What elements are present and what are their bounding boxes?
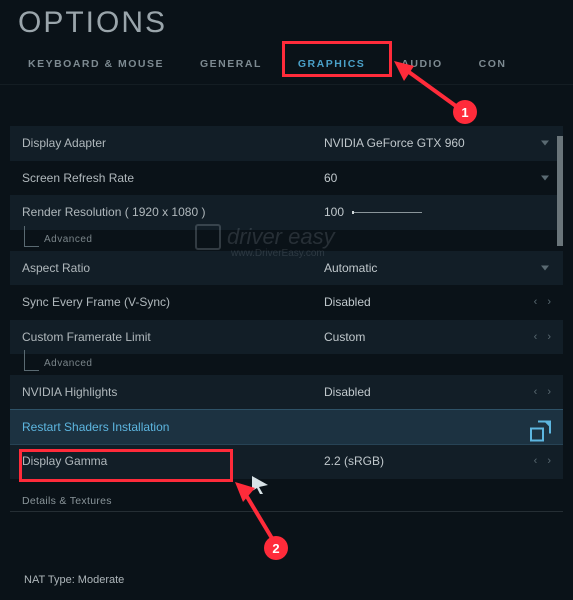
value-display-gamma: 2.2 (sRGB) — [324, 454, 534, 468]
nav-gamma[interactable]: ‹› — [534, 455, 551, 467]
row-nvidia-highlights[interactable]: NVIDIA Highlights Disabled ‹› — [10, 375, 563, 410]
chevron-right-icon[interactable]: › — [547, 455, 551, 467]
row-vsync[interactable]: Sync Every Frame (V-Sync) Disabled ‹› — [10, 285, 563, 320]
tab-bar: KEYBOARD & MOUSE GENERAL GRAPHICS AUDIO … — [0, 46, 573, 85]
chevron-down-icon[interactable] — [541, 141, 549, 146]
nav-highlights[interactable]: ‹› — [534, 386, 551, 398]
row-aspect-ratio[interactable]: Aspect Ratio Automatic — [10, 251, 563, 286]
nav-vsync[interactable]: ‹› — [534, 296, 551, 308]
value-framerate-limit: Custom — [324, 330, 534, 344]
value-screen-refresh: 60 — [324, 171, 551, 185]
tab-audio[interactable]: AUDIO — [383, 46, 460, 84]
label-framerate-limit: Custom Framerate Limit — [22, 330, 324, 344]
value-render-resolution[interactable]: 100 — [324, 205, 551, 219]
chevron-down-icon[interactable] — [541, 265, 549, 270]
chevron-right-icon[interactable]: › — [547, 386, 551, 398]
settings-panel: Display Adapter NVIDIA GeForce GTX 960 S… — [10, 100, 563, 600]
chevron-left-icon[interactable]: ‹ — [534, 386, 538, 398]
value-vsync: Disabled — [324, 295, 534, 309]
advanced-label-1[interactable]: Advanced — [10, 230, 563, 251]
chevron-down-icon[interactable] — [541, 175, 549, 180]
value-nvidia-highlights: Disabled — [324, 385, 534, 399]
render-resolution-slider[interactable] — [352, 212, 422, 213]
section-details-textures: Details & Textures — [10, 485, 563, 512]
value-aspect-ratio: Automatic — [324, 261, 551, 275]
footer-nat-type: NAT Type: Moderate — [24, 574, 124, 586]
row-display-gamma[interactable]: Display Gamma 2.2 (sRGB) ‹› — [10, 444, 563, 479]
chevron-left-icon[interactable]: ‹ — [534, 455, 538, 467]
chevron-left-icon[interactable]: ‹ — [534, 296, 538, 308]
label-display-adapter: Display Adapter — [22, 136, 324, 150]
label-display-gamma: Display Gamma — [22, 454, 324, 468]
scrollbar[interactable] — [557, 136, 563, 246]
label-vsync: Sync Every Frame (V-Sync) — [22, 295, 324, 309]
chevron-right-icon[interactable]: › — [547, 331, 551, 343]
chevron-left-icon[interactable]: ‹ — [534, 331, 538, 343]
label-screen-refresh: Screen Refresh Rate — [22, 171, 324, 185]
label-render-resolution: Render Resolution ( 1920 x 1080 ) — [22, 205, 324, 219]
external-link-icon[interactable] — [538, 420, 551, 433]
tab-con[interactable]: CON — [461, 46, 525, 84]
value-display-adapter: NVIDIA GeForce GTX 960 — [324, 136, 551, 150]
tab-general[interactable]: GENERAL — [182, 46, 280, 84]
nav-framerate[interactable]: ‹› — [534, 331, 551, 343]
advanced-label-2[interactable]: Advanced — [10, 354, 563, 375]
tab-keyboard-mouse[interactable]: KEYBOARD & MOUSE — [10, 46, 182, 84]
chevron-right-icon[interactable]: › — [547, 296, 551, 308]
row-framerate-limit[interactable]: Custom Framerate Limit Custom ‹› — [10, 320, 563, 355]
label-nvidia-highlights: NVIDIA Highlights — [22, 385, 324, 399]
row-screen-refresh[interactable]: Screen Refresh Rate 60 — [10, 161, 563, 196]
label-aspect-ratio: Aspect Ratio — [22, 261, 324, 275]
page-title: OPTIONS — [0, 0, 573, 40]
row-render-resolution[interactable]: Render Resolution ( 1920 x 1080 ) 100 — [10, 195, 563, 230]
tab-graphics[interactable]: GRAPHICS — [280, 46, 383, 84]
row-display-adapter[interactable]: Display Adapter NVIDIA GeForce GTX 960 — [10, 126, 563, 161]
label-restart-shaders: Restart Shaders Installation — [22, 420, 324, 434]
row-restart-shaders[interactable]: Restart Shaders Installation — [10, 410, 563, 445]
render-resolution-number: 100 — [324, 205, 344, 219]
